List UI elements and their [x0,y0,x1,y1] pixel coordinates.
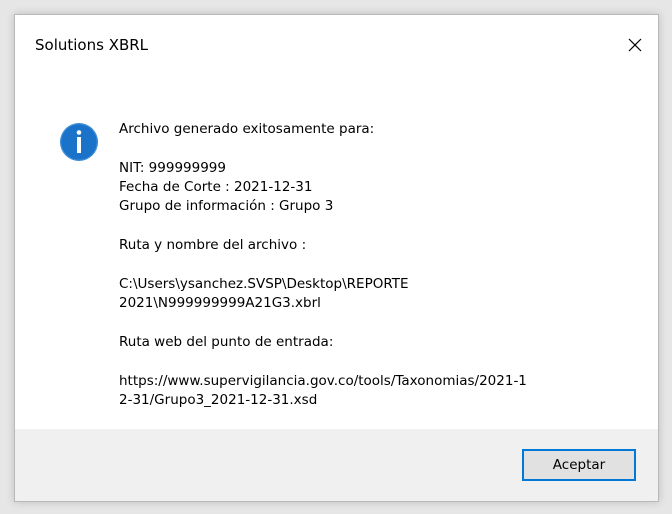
nit-text: NIT: 999999999 [119,160,226,176]
message-heading: Archivo generado exitosamente para: [119,121,375,137]
title-bar: Solutions XBRL [15,15,658,75]
window-title: Solutions XBRL [35,36,149,54]
web-path-line-1: https://www.supervigilancia.gov.co/tools… [119,373,527,389]
message-text: Archivo generado exitosamente para: NIT:… [119,120,649,410]
dialog-content: Archivo generado exitosamente para: NIT:… [15,75,658,429]
grupo-text: Grupo de información : Grupo 3 [119,198,334,214]
web-path-label: Ruta web del punto de entrada: [119,334,334,350]
file-path-line-1: C:\Users\ysanchez.SVSP\Desktop\REPORTE [119,276,409,292]
dialog-footer: Aceptar [15,429,658,501]
dialog-window: Solutions XBRL Archivo generado exitosam… [14,14,659,502]
file-path-label: Ruta y nombre del archivo : [119,237,307,253]
fecha-corte-text: Fecha de Corte : 2021-12-31 [119,179,313,195]
close-button[interactable] [612,15,658,75]
file-path-line-2: 2021\N999999999A21G3.xbrl [119,295,321,311]
close-icon [628,38,642,52]
accept-button[interactable]: Aceptar [522,449,636,481]
web-path-line-2: 2-31/Grupo3_2021-12-31.xsd [119,392,318,408]
info-icon [60,123,98,161]
